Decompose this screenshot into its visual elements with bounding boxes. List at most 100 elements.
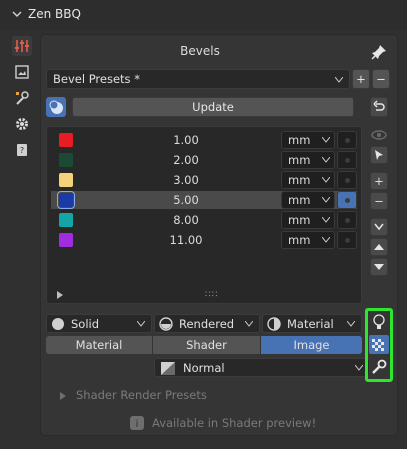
material-dropdown[interactable]: Material (262, 314, 362, 333)
list-item[interactable]: 1.00 mm (51, 131, 357, 149)
chevron-down-icon (355, 365, 363, 371)
tab-material[interactable]: Material (46, 336, 152, 354)
list-item[interactable]: 8.00 mm (51, 211, 357, 229)
bevel-value[interactable]: 11.00 (111, 233, 261, 247)
unit-dropdown[interactable]: mm (281, 171, 335, 189)
svg-text:?: ? (20, 146, 24, 155)
solid-sphere-icon (52, 318, 64, 330)
chevron-down-icon[interactable] (370, 218, 388, 236)
section-title: Bevels (180, 44, 220, 58)
chevron-down-icon (12, 11, 22, 18)
bevel-presets-dropdown[interactable]: Bevel Presets * (46, 69, 350, 89)
color-swatch[interactable] (59, 233, 73, 247)
tab-shader-label: Shader (186, 338, 227, 352)
unit-dropdown[interactable]: mm (281, 231, 335, 249)
blend-mode-icon (161, 362, 175, 375)
tab-material-label: Material (75, 338, 123, 352)
rendered-label: Rendered (179, 317, 235, 331)
move-up-icon[interactable] (370, 238, 388, 256)
chevron-down-icon (137, 321, 145, 327)
unit-dropdown[interactable]: mm (281, 191, 335, 209)
lightbulb-icon[interactable] (369, 313, 389, 332)
unit-value: mm (288, 233, 311, 247)
blend-mode-dropdown[interactable]: Normal (154, 358, 370, 377)
solid-dropdown[interactable]: Solid (46, 314, 152, 333)
undo-icon[interactable] (370, 97, 388, 117)
unit-value: mm (288, 133, 311, 147)
remove-bevel-button[interactable]: − (370, 192, 388, 210)
solid-label: Solid (71, 317, 100, 331)
plus-icon: + (356, 72, 366, 86)
bevel-value[interactable]: 1.00 (111, 133, 261, 147)
panel-header[interactable]: Zen BBQ (0, 0, 407, 30)
panel-title: Zen BBQ (28, 7, 81, 21)
resize-grip-icon[interactable]: ∷∷ (205, 290, 218, 300)
help-book-icon[interactable]: ? (12, 140, 32, 160)
tab-shader[interactable]: Shader (153, 336, 260, 354)
chevron-down-icon (322, 157, 330, 163)
unit-value: mm (288, 213, 311, 227)
chevron-down-icon (322, 177, 330, 183)
pin-icon[interactable] (370, 43, 388, 61)
add-preset-button[interactable]: + (352, 69, 370, 89)
assign-dot-button[interactable] (337, 211, 357, 229)
unit-dropdown[interactable]: mm (281, 211, 335, 229)
add-bevel-button[interactable]: + (370, 172, 388, 190)
color-swatch[interactable] (59, 213, 73, 227)
unit-dropdown[interactable]: mm (281, 151, 335, 169)
list-item-selected[interactable]: 5.00 mm (51, 191, 357, 209)
assign-dot-button[interactable] (337, 151, 357, 169)
move-down-icon[interactable] (370, 258, 388, 276)
sphere-toggle-icon[interactable] (46, 97, 66, 117)
material-sphere-icon (267, 317, 281, 331)
bevel-value[interactable]: 3.00 (111, 173, 261, 187)
update-button[interactable]: Update (72, 97, 354, 117)
rendered-dropdown[interactable]: Rendered (154, 314, 260, 333)
bevel-value[interactable]: 8.00 (111, 213, 261, 227)
wrench-icon[interactable] (369, 358, 389, 377)
unit-value: mm (288, 193, 311, 207)
info-icon: i (130, 416, 144, 430)
update-label: Update (192, 100, 234, 114)
expand-triangle-icon[interactable] (57, 291, 64, 299)
expand-triangle-icon[interactable] (60, 392, 67, 400)
bevel-value[interactable]: 5.00 (111, 193, 261, 207)
tools-icon[interactable] (12, 88, 32, 108)
checker-icon[interactable] (369, 335, 389, 354)
color-swatch[interactable] (59, 133, 73, 147)
assign-dot-button[interactable] (337, 191, 357, 209)
unit-dropdown[interactable]: mm (281, 131, 335, 149)
list-item[interactable]: 3.00 mm (51, 171, 357, 189)
chevron-down-icon (335, 77, 343, 83)
svg-text:i: i (136, 419, 139, 430)
list-item[interactable]: 11.00 mm (51, 231, 357, 249)
shader-presets-label[interactable]: Shader Render Presets (76, 388, 207, 402)
assign-dot-button[interactable] (337, 171, 357, 189)
color-swatch[interactable] (59, 153, 73, 167)
unit-value: mm (288, 173, 311, 187)
assign-dot-button[interactable] (337, 231, 357, 249)
minus-icon: − (376, 72, 386, 86)
unit-value: mm (288, 153, 311, 167)
bevel-value[interactable]: 2.00 (111, 153, 261, 167)
chevron-down-icon (322, 197, 330, 203)
color-swatch[interactable] (59, 173, 73, 187)
shader-presets-note: Available in Shader preview! (152, 416, 317, 430)
assign-dot-button[interactable] (337, 131, 357, 149)
remove-preset-button[interactable]: − (372, 69, 390, 89)
blend-mode-label: Normal (183, 361, 225, 375)
bevel-list: 1.00 mm 2.00 mm 3.00 mm 5.00 mm 8.00 mm … (46, 126, 362, 304)
tab-image-label: Image (293, 338, 330, 352)
eye-icon[interactable] (370, 126, 388, 144)
minus-icon: − (374, 194, 384, 208)
settings-sliders-icon[interactable] (12, 36, 32, 56)
chevron-down-icon (322, 137, 330, 143)
color-swatch[interactable] (57, 191, 75, 209)
list-item[interactable]: 2.00 mm (51, 151, 357, 169)
image-icon[interactable] (12, 62, 32, 82)
select-cursor-icon[interactable] (370, 146, 388, 164)
tab-image[interactable]: Image (261, 336, 362, 354)
gear-icon[interactable] (12, 114, 32, 134)
chevron-down-icon (347, 321, 355, 327)
rendered-sphere-icon (159, 317, 173, 331)
